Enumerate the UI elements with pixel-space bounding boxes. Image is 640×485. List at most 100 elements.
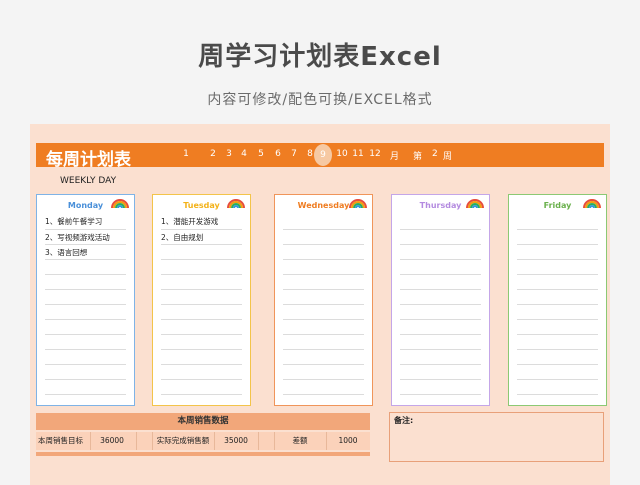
week-prefix: 第 <box>413 152 423 162</box>
line-divider <box>45 259 126 260</box>
page-subtitle: 内容可修改/配色可换/EXCEL格式 <box>207 92 433 108</box>
line-divider <box>283 274 364 275</box>
sales-row: 本周销售目标 36000 实际完成销售额 35000 差额 1000 <box>36 432 370 450</box>
month-1[interactable]: 1 <box>177 149 195 159</box>
banner: 每周计划表 1 2 3 4 5 6 7 8 9 10 11 12 月 第 2 周 <box>36 143 604 170</box>
line-divider <box>283 259 364 260</box>
task-item[interactable]: 2、自由规划 <box>161 232 203 243</box>
day-card-tuesday[interactable]: Tuesday 1、潜能开发游戏 2、自由规划 <box>152 194 251 406</box>
week-suffix: 周 <box>443 152 453 162</box>
line-divider <box>283 289 364 290</box>
line-divider <box>517 394 598 395</box>
line-divider <box>283 349 364 350</box>
line-divider <box>161 394 242 395</box>
line-divider <box>283 364 364 365</box>
line-divider <box>45 244 126 245</box>
line-divider <box>161 289 242 290</box>
rainbow-icon <box>583 199 601 209</box>
cell-divider <box>258 432 259 450</box>
line-divider <box>400 289 481 290</box>
diff-label: 差额 <box>292 436 308 445</box>
line-divider <box>517 364 598 365</box>
line-divider <box>517 379 598 380</box>
line-divider <box>400 364 481 365</box>
line-divider <box>283 334 364 335</box>
line-divider <box>45 274 126 275</box>
line-divider <box>283 244 364 245</box>
line-divider <box>161 229 242 230</box>
line-divider <box>161 274 242 275</box>
month-label: 月 <box>390 152 400 162</box>
line-divider <box>400 379 481 380</box>
line-divider <box>517 244 598 245</box>
line-divider <box>400 274 481 275</box>
task-item[interactable]: 1、餐前午餐学习 <box>45 216 102 227</box>
line-divider <box>517 274 598 275</box>
line-divider <box>45 349 126 350</box>
line-divider <box>45 334 126 335</box>
line-divider <box>161 259 242 260</box>
actual-label: 实际完成销售额 <box>156 436 210 445</box>
diff-value[interactable]: 1000 <box>327 432 369 450</box>
line-divider <box>517 319 598 320</box>
line-divider <box>400 319 481 320</box>
actual-value[interactable]: 35000 <box>215 432 257 450</box>
line-divider <box>161 334 242 335</box>
sales-heading: 本周销售数据 <box>36 413 370 430</box>
line-divider <box>517 349 598 350</box>
page-title: 周学习计划表Excel <box>198 42 442 72</box>
rainbow-icon <box>227 199 245 209</box>
task-item[interactable]: 3、语言回想 <box>45 247 87 258</box>
task-item[interactable]: 2、写视频游戏活动 <box>45 232 110 243</box>
weekly-day-label: WEEKLY DAY <box>60 176 117 186</box>
line-divider <box>161 379 242 380</box>
line-divider <box>283 319 364 320</box>
target-label: 本周销售目标 <box>38 436 83 445</box>
month-5[interactable]: 5 <box>252 149 270 159</box>
task-item[interactable]: 1、潜能开发游戏 <box>161 216 218 227</box>
notes-box[interactable]: 备注: <box>389 412 604 462</box>
line-divider <box>400 334 481 335</box>
day-card-friday[interactable]: Friday <box>508 194 607 406</box>
line-divider <box>283 394 364 395</box>
day-card-monday[interactable]: Monday 1、餐前午餐学习 2、写视频游戏活动 3、语言回想 <box>36 194 135 406</box>
line-divider <box>45 289 126 290</box>
line-divider <box>45 229 126 230</box>
line-divider <box>517 259 598 260</box>
line-divider <box>161 364 242 365</box>
line-divider <box>45 364 126 365</box>
line-divider <box>400 304 481 305</box>
day-card-wednesday[interactable]: Wednesday <box>274 194 373 406</box>
line-divider <box>400 394 481 395</box>
line-divider <box>45 304 126 305</box>
cell-divider <box>136 432 137 450</box>
day-card-thursday[interactable]: Thursday <box>391 194 490 406</box>
line-divider <box>45 379 126 380</box>
line-divider <box>400 229 481 230</box>
line-divider <box>45 394 126 395</box>
week-number[interactable]: 2 <box>432 149 438 159</box>
plan-sheet: 每周计划表 1 2 3 4 5 6 7 8 9 10 11 12 月 第 2 周… <box>30 124 610 485</box>
sales-bottom-strip <box>36 452 370 456</box>
line-divider <box>283 379 364 380</box>
notes-label: 备注: <box>394 416 414 425</box>
month-11[interactable]: 11 <box>349 149 367 159</box>
line-divider <box>45 319 126 320</box>
rainbow-icon <box>349 199 367 209</box>
month-4[interactable]: 4 <box>235 149 253 159</box>
line-divider <box>517 334 598 335</box>
line-divider <box>400 244 481 245</box>
line-divider <box>161 304 242 305</box>
rainbow-icon <box>111 199 129 209</box>
line-divider <box>400 259 481 260</box>
line-divider <box>161 349 242 350</box>
line-divider <box>161 319 242 320</box>
line-divider <box>517 229 598 230</box>
month-12[interactable]: 12 <box>366 149 384 159</box>
line-divider <box>283 229 364 230</box>
target-value[interactable]: 36000 <box>91 432 133 450</box>
line-divider <box>283 304 364 305</box>
line-divider <box>161 244 242 245</box>
rainbow-icon <box>466 199 484 209</box>
month-9-selected[interactable]: 9 <box>314 144 332 166</box>
